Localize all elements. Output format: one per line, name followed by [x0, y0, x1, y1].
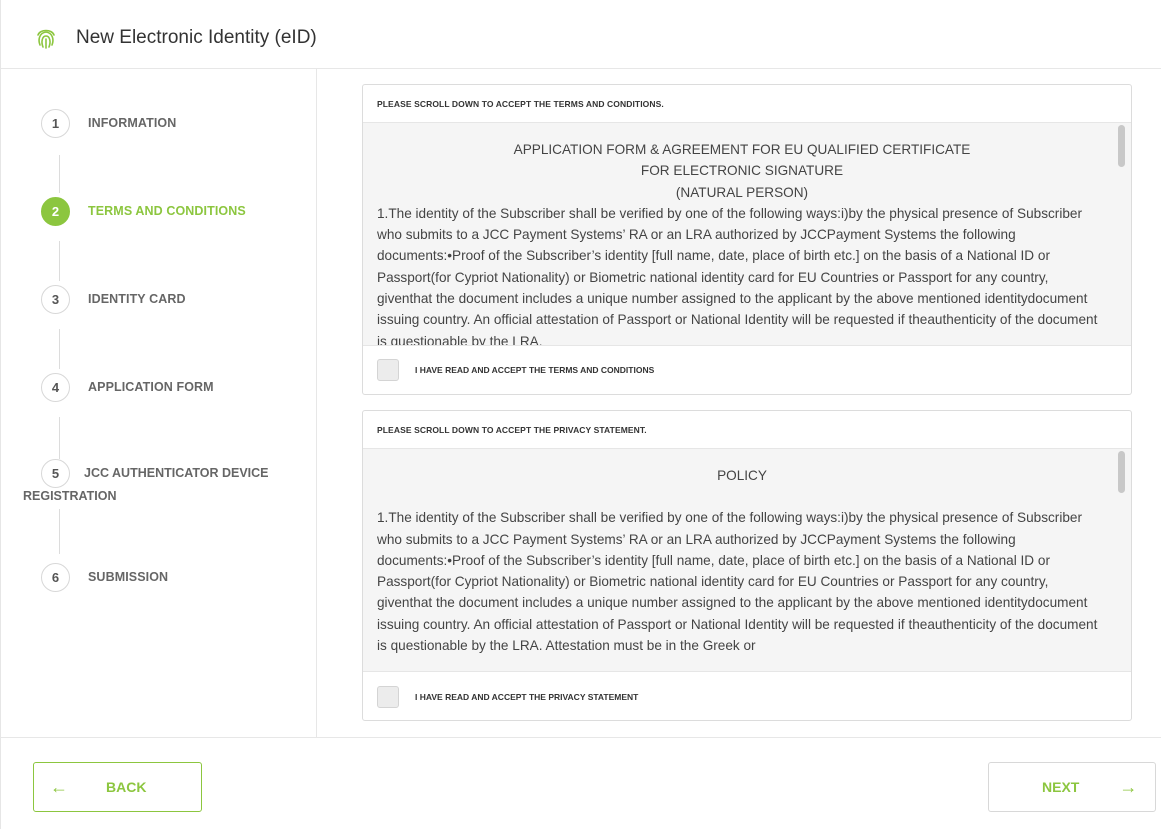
step-number: 4 — [41, 373, 70, 402]
terms-accept-checkbox[interactable] — [377, 359, 399, 381]
next-button[interactable]: NEXT → — [988, 762, 1156, 812]
step-number: 2 — [41, 197, 70, 226]
footer-divider — [1, 737, 1161, 738]
next-label: NEXT — [1042, 779, 1080, 795]
back-button[interactable]: ← BACK — [33, 762, 202, 812]
privacy-body: 1.The identity of the Subscriber shall b… — [377, 510, 1098, 654]
page-title: New Electronic Identity (eID) — [76, 27, 317, 48]
privacy-accept-checkbox[interactable] — [377, 686, 399, 708]
privacy-text: POLICY 1.The identity of the Subscriber … — [363, 449, 1107, 656]
arrow-right-icon: → — [1119, 776, 1138, 797]
fingerprint-icon — [37, 29, 55, 49]
privacy-accept-label[interactable]: I HAVE READ AND ACCEPT THE PRIVACY STATE… — [415, 692, 638, 702]
wizard-card: New Electronic Identity (eID) 1 INFORMAT… — [0, 0, 1161, 829]
step-number: 6 — [41, 563, 70, 592]
step-connector — [59, 241, 60, 281]
terms-title-line: APPLICATION FORM & AGREEMENT FOR EU QUAL… — [513, 142, 971, 157]
terms-heading: PLEASE SCROLL DOWN TO ACCEPT THE TERMS A… — [363, 85, 1131, 123]
terms-title-line: FOR ELECTRONIC SIGNATURE — [640, 163, 844, 179]
terms-accept-label[interactable]: I HAVE READ AND ACCEPT THE TERMS AND CON… — [415, 365, 654, 375]
privacy-accept-row[interactable]: I HAVE READ AND ACCEPT THE PRIVACY STATE… — [377, 686, 638, 708]
terms-text: APPLICATION FORM & AGREEMENT FOR EU QUAL… — [363, 123, 1107, 346]
arrow-left-icon: ← — [50, 776, 68, 797]
step-connector — [59, 509, 60, 554]
terms-accept-row[interactable]: I HAVE READ AND ACCEPT THE TERMS AND CON… — [377, 359, 654, 381]
step-label: IDENTITY CARD — [88, 292, 186, 306]
step-connector — [59, 417, 60, 459]
privacy-panel: PLEASE SCROLL DOWN TO ACCEPT THE PRIVACY… — [362, 410, 1132, 721]
terms-scrollbar[interactable] — [1118, 125, 1125, 167]
step-label: INFORMATION — [88, 116, 177, 130]
step-connector — [59, 155, 60, 193]
step-number: 5 — [41, 459, 70, 488]
privacy-scroll-area[interactable]: POLICY 1.The identity of the Subscriber … — [363, 449, 1131, 672]
back-label: BACK — [106, 779, 147, 795]
step-label: APPLICATION FORM — [88, 380, 214, 394]
privacy-scrollbar[interactable] — [1118, 451, 1125, 493]
step-number: 3 — [41, 285, 70, 314]
terms-scroll-area[interactable]: APPLICATION FORM & AGREEMENT FOR EU QUAL… — [363, 123, 1131, 346]
privacy-title: POLICY — [717, 468, 767, 483]
step-number: 1 — [41, 109, 70, 138]
terms-title-line: (NATURAL PERSON) — [675, 184, 809, 200]
step-label: TERMS AND CONDITIONS — [88, 204, 246, 218]
step-label: SUBMISSION — [88, 570, 169, 584]
terms-panel: PLEASE SCROLL DOWN TO ACCEPT THE TERMS A… — [362, 84, 1132, 395]
step-jcc-authenticator[interactable]: 5 JCC AUTHENTICATOR DEVICE REGISTRATION — [23, 459, 303, 505]
terms-body: 1.The identity of the Subscriber shall b… — [377, 205, 1098, 346]
step-connector — [59, 329, 60, 369]
steps-sidebar: 1 INFORMATION 2 TERMS AND CONDITIONS 3 I… — [1, 69, 317, 738]
page-header: New Electronic Identity (eID) — [1, 0, 1161, 69]
privacy-heading: PLEASE SCROLL DOWN TO ACCEPT THE PRIVACY… — [363, 411, 1131, 449]
